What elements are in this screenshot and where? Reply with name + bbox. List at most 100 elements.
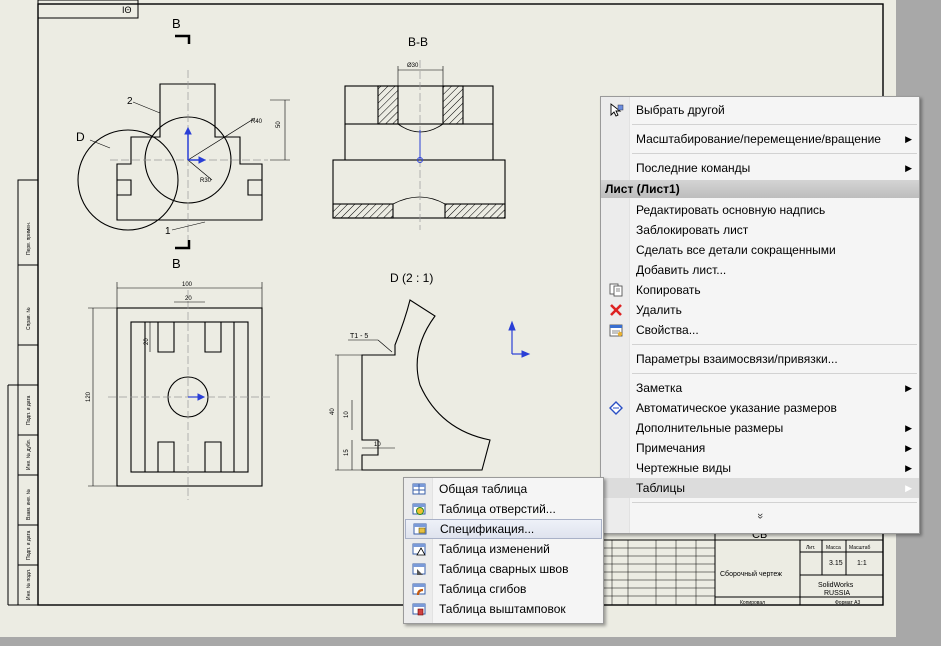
detail-circle-label: D: [76, 130, 85, 144]
menu-item-label: Сделать все детали сокращенными: [636, 243, 836, 257]
submenu-item-label: Таблица выштамповок: [439, 602, 566, 616]
menu-item-label: Таблицы: [636, 481, 686, 495]
strip-label: Инв. № дубл.: [26, 439, 32, 470]
menu-item-more-dimensions[interactable]: Дополнительные размеры ▶: [601, 418, 919, 438]
hole-table-icon: [412, 502, 427, 516]
submenu-item-label: Таблица сгибов: [439, 582, 527, 596]
submenu-arrow-icon: ▶: [905, 443, 912, 453]
menu-item-label: Чертежные виды: [636, 461, 731, 475]
submenu-item-punch-table[interactable]: Таблица выштамповок: [404, 599, 603, 619]
submenu-item-hole-table[interactable]: Таблица отверстий...: [404, 499, 603, 519]
menu-item-label: Дополнительные размеры: [636, 421, 784, 435]
menu-separator: [632, 124, 917, 125]
submenu-item-label: Таблица отверстий...: [439, 502, 556, 516]
copy-icon: [609, 283, 624, 297]
bend-table-icon: [412, 582, 427, 596]
menu-item-recent-commands[interactable]: Последние команды ▶: [601, 158, 919, 178]
menu-item-relations-snaps[interactable]: Параметры взаимосвязи/привязки...: [601, 349, 919, 369]
menu-item-note[interactable]: Заметка ▶: [601, 378, 919, 398]
menu-item-copy[interactable]: Копировать: [601, 280, 919, 300]
context-menu[interactable]: Выбрать другой Масштабирование/перемещен…: [600, 96, 920, 534]
menu-item-annotations[interactable]: Примечания ▶: [601, 438, 919, 458]
menu-item-make-all-parts-shortened[interactable]: Сделать все детали сокращенными: [601, 240, 919, 260]
menu-item-label: Удалить: [636, 303, 682, 317]
title-company-2: RUSSIA: [824, 590, 850, 597]
menu-item-label: Масштабирование/перемещение/вращение: [636, 132, 881, 146]
menu-item-lock-sheet[interactable]: Заблокировать лист: [601, 220, 919, 240]
select-other-icon: [609, 103, 624, 117]
menu-item-label: Выбрать другой: [636, 103, 725, 117]
weld-table-icon: [412, 562, 427, 576]
section-mark-top: Β: [172, 16, 181, 31]
menu-item-drawing-views[interactable]: Чертежные виды ▶: [601, 458, 919, 478]
title-col-mass: Масса: [826, 545, 841, 551]
dim-leader: T1 - 5: [350, 333, 368, 340]
strip-label: Подп. и дата: [26, 395, 32, 425]
menu-item-label: Последние команды: [636, 161, 751, 175]
submenu-arrow-icon: ▶: [905, 483, 912, 493]
menu-separator: [632, 153, 917, 154]
general-table-icon: [412, 482, 427, 496]
dim-20b: 20: [144, 338, 150, 345]
submenu-item-label: Общая таблица: [439, 482, 528, 496]
dim-50: 50: [276, 121, 282, 128]
title-doc-name: Сборочный чертеж: [720, 570, 782, 578]
menu-item-label: Заметка: [636, 381, 683, 395]
dim-d30: Ø30: [407, 63, 419, 69]
submenu-item-label: Таблица изменений: [439, 542, 550, 556]
submenu-arrow-icon: ▶: [905, 463, 912, 473]
submenu-item-revision-table[interactable]: Таблица изменений: [404, 539, 603, 559]
strip-label: Справ. №: [26, 307, 32, 330]
menu-separator: [632, 344, 917, 345]
revision-table-icon: [412, 542, 427, 556]
submenu-item-weld-table[interactable]: Таблица сварных швов: [404, 559, 603, 579]
tables-submenu[interactable]: Общая таблица Таблица отверстий... Специ…: [403, 477, 604, 624]
menu-section-label: Лист (Лист1): [605, 182, 680, 196]
dim-r40: R40: [251, 119, 263, 125]
expand-chevron-icon: »: [754, 512, 766, 520]
menu-expand-chevron[interactable]: »: [601, 507, 919, 525]
balloon-1: 1: [165, 226, 171, 237]
menu-item-label: Редактировать основную надпись: [636, 203, 826, 217]
submenu-item-general-table[interactable]: Общая таблица: [404, 479, 603, 499]
properties-icon: [609, 323, 624, 337]
menu-section-header-sheet: Лист (Лист1): [601, 180, 919, 198]
submenu-arrow-icon: ▶: [905, 134, 912, 144]
menu-item-zoom-pan-rotate[interactable]: Масштабирование/перемещение/вращение ▶: [601, 129, 919, 149]
submenu-arrow-icon: ▶: [905, 383, 912, 393]
title-company-1: SolidWorks: [818, 582, 854, 589]
menu-item-label: Добавить лист...: [636, 263, 727, 277]
section-view-label: Β-Β: [408, 35, 428, 49]
menu-item-label: Свойства...: [636, 323, 699, 337]
menu-item-label: Копировать: [636, 283, 701, 297]
menu-item-tables[interactable]: Таблицы ▶: [601, 478, 919, 498]
submenu-item-bend-table[interactable]: Таблица сгибов: [404, 579, 603, 599]
strip-label: Подп. и дата: [26, 530, 32, 560]
section-mark-bottom: Β: [172, 256, 181, 271]
menu-item-label: Автоматическое указание размеров: [636, 401, 837, 415]
dim-10a: 10: [344, 411, 350, 418]
auto-dimension-icon: [609, 401, 624, 415]
menu-item-delete[interactable]: Удалить: [601, 300, 919, 320]
title-col-scale: Масштаб: [849, 545, 871, 551]
title-format: Формат A3: [835, 600, 860, 606]
menu-item-properties[interactable]: Свойства...: [601, 320, 919, 340]
dim-100: 100: [182, 282, 193, 288]
bom-icon: [413, 522, 428, 536]
sheet-number: ΙΘ: [122, 5, 132, 15]
submenu-item-bom[interactable]: Спецификация...: [405, 519, 602, 539]
menu-item-label: Примечания: [636, 441, 706, 455]
menu-separator: [632, 373, 917, 374]
delete-icon: [609, 303, 624, 317]
menu-item-auto-dimension[interactable]: Автоматическое указание размеров: [601, 398, 919, 418]
menu-item-label: Заблокировать лист: [636, 223, 749, 237]
dim-10b: 10: [374, 442, 381, 448]
menu-item-edit-title-block[interactable]: Редактировать основную надпись: [601, 200, 919, 220]
menu-item-select-other[interactable]: Выбрать другой: [601, 100, 919, 120]
title-copied: Копировал: [740, 600, 765, 606]
submenu-item-label: Таблица сварных швов: [439, 562, 569, 576]
menu-item-add-sheet[interactable]: Добавить лист...: [601, 260, 919, 280]
strip-label: Взам. инв. №: [26, 489, 32, 520]
dim-120: 120: [86, 391, 92, 402]
submenu-arrow-icon: ▶: [905, 423, 912, 433]
